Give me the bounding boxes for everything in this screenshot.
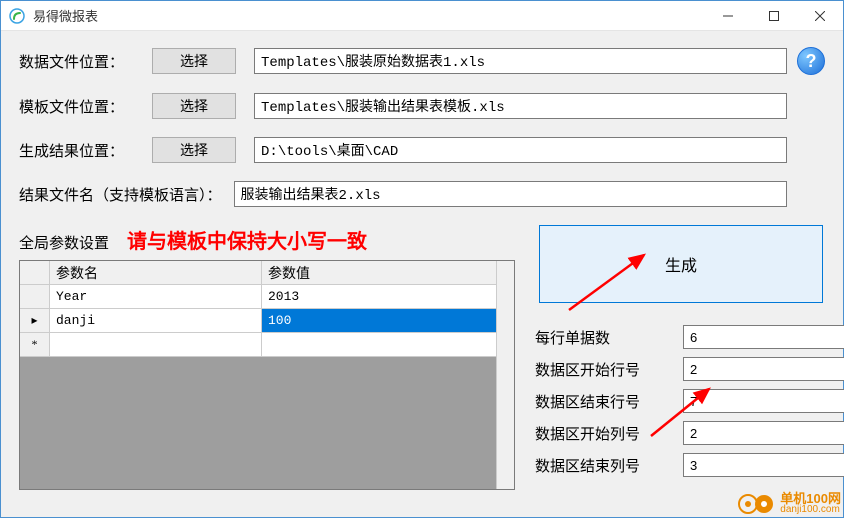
close-button[interactable]	[797, 1, 843, 31]
row-template-file: 模板文件位置： 选择	[19, 93, 825, 119]
cell-param-value[interactable]: 100	[262, 309, 496, 333]
col-header-name: 参数名	[50, 261, 262, 285]
line-data-end-col: 数据区结束列号 ▲▼	[535, 453, 825, 477]
input-data-start-col[interactable]	[683, 421, 844, 445]
input-data-end-row[interactable]	[683, 389, 844, 413]
cell-param-value[interactable]	[262, 333, 496, 357]
label-per-row-docs: 每行单据数	[535, 327, 683, 348]
spinner-data-start-col: ▲▼	[683, 421, 815, 445]
select-data-file-button[interactable]: 选择	[152, 48, 236, 74]
grid-inner: 参数名 参数值 Year 2013 ▸ danji 100	[20, 261, 496, 489]
label-data-end-col: 数据区结束列号	[535, 455, 683, 476]
output-location-input[interactable]	[254, 137, 787, 163]
spinner-data-end-row: ▲▼	[683, 389, 815, 413]
row-output-filename: 结果文件名（支持模板语言）：	[19, 181, 825, 207]
row-output-location: 生成结果位置： 选择	[19, 137, 825, 163]
window-title: 易得微报表	[33, 6, 705, 25]
row-indicator-current: ▸	[20, 309, 50, 333]
left-column: 全局参数设置 请与模板中保持大小写一致 参数名 参数值 Year 201	[19, 225, 515, 490]
grid-empty-area	[20, 357, 496, 489]
grid-corner	[20, 261, 50, 285]
col-header-value: 参数值	[262, 261, 496, 285]
lower-area: 全局参数设置 请与模板中保持大小写一致 参数名 参数值 Year 201	[19, 225, 825, 490]
label-data-file: 数据文件位置：	[19, 51, 124, 72]
params-header: 全局参数设置 请与模板中保持大小写一致	[19, 225, 515, 254]
row-data-file: 数据文件位置： 选择 ?	[19, 47, 825, 75]
title-bar: 易得微报表	[1, 1, 843, 31]
maximize-button[interactable]	[751, 1, 797, 31]
line-per-row-docs: 每行单据数 ▲▼	[535, 325, 825, 349]
cell-param-name[interactable]	[50, 333, 262, 357]
line-data-start-row: 数据区开始行号 ▲▼	[535, 357, 825, 381]
label-output-filename: 结果文件名（支持模板语言）：	[19, 184, 222, 205]
input-per-row-docs[interactable]	[683, 325, 844, 349]
watermark-domain: danji100.com	[780, 505, 841, 515]
help-icon[interactable]: ?	[797, 47, 825, 75]
generate-button[interactable]: 生成	[539, 225, 823, 303]
table-row-new[interactable]: *	[20, 333, 496, 357]
line-data-end-row: 数据区结束行号 ▲▼	[535, 389, 825, 413]
select-template-file-button[interactable]: 选择	[152, 93, 236, 119]
minimize-button[interactable]	[705, 1, 751, 31]
app-window: 易得微报表 数据文件位置： 选择 ? 模板文件位置： 选择 生成结果位置： 选择	[0, 0, 844, 518]
label-case-warning: 请与模板中保持大小写一致	[127, 225, 367, 254]
spinner-per-row-docs: ▲▼	[683, 325, 815, 349]
content-area: 数据文件位置： 选择 ? 模板文件位置： 选择 生成结果位置： 选择 结果文件名…	[1, 31, 843, 517]
spinner-data-start-row: ▲▼	[683, 357, 815, 381]
row-indicator-new: *	[20, 333, 50, 357]
table-row[interactable]: Year 2013	[20, 285, 496, 309]
input-data-end-col[interactable]	[683, 453, 844, 477]
label-template-file: 模板文件位置：	[19, 96, 124, 117]
cell-param-name[interactable]: Year	[50, 285, 262, 309]
line-data-start-col: 数据区开始列号 ▲▼	[535, 421, 825, 445]
template-file-input[interactable]	[254, 93, 787, 119]
cell-param-value[interactable]: 2013	[262, 285, 496, 309]
grid-header-row: 参数名 参数值	[20, 261, 496, 285]
label-data-start-row: 数据区开始行号	[535, 359, 683, 380]
watermark: 单机100网 danji100.com	[738, 492, 841, 515]
watermark-logo-icon	[738, 493, 774, 515]
label-data-start-col: 数据区开始列号	[535, 423, 683, 444]
label-output-location: 生成结果位置：	[19, 140, 124, 161]
output-filename-input[interactable]	[234, 181, 787, 207]
watermark-text: 单机100网 danji100.com	[780, 492, 841, 515]
app-icon	[9, 8, 25, 24]
label-global-params: 全局参数设置	[19, 232, 109, 253]
right-column: 生成 每行单据数 ▲▼ 数据区开始行号 ▲▼ 数据区结束行号	[535, 225, 825, 490]
grid-scrollbar[interactable]	[496, 261, 514, 489]
select-output-location-button[interactable]: 选择	[152, 137, 236, 163]
label-data-end-row: 数据区结束行号	[535, 391, 683, 412]
params-grid[interactable]: 参数名 参数值 Year 2013 ▸ danji 100	[19, 260, 515, 490]
table-row[interactable]: ▸ danji 100	[20, 309, 496, 333]
spinner-data-end-col: ▲▼	[683, 453, 815, 477]
input-data-start-row[interactable]	[683, 357, 844, 381]
row-indicator	[20, 285, 50, 309]
cell-param-name[interactable]: danji	[50, 309, 262, 333]
data-file-input[interactable]	[254, 48, 787, 74]
